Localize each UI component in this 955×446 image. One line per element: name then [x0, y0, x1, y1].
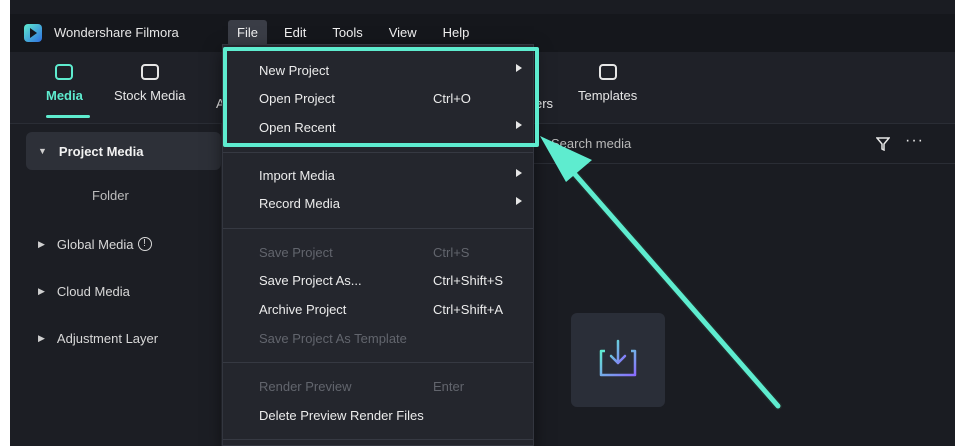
- menu-tools[interactable]: Tools: [323, 20, 371, 46]
- expand-down-icon: ▼: [38, 146, 47, 156]
- sidebar-item-adjustment-layer[interactable]: ▶ Adjustment Layer: [26, 319, 221, 357]
- tab-media-label: Media: [46, 88, 83, 103]
- sidebar-item-label: Global Media: [56, 236, 134, 252]
- menu-bar: File Edit Tools View Help: [228, 20, 486, 46]
- tab-templates[interactable]: Templates: [578, 64, 637, 103]
- expand-right-icon: ▶: [38, 285, 45, 296]
- menu-item-shortcut: Enter: [433, 379, 465, 394]
- filmora-window: Wondershare Filmora File Edit Tools View…: [10, 0, 955, 446]
- menu-item-save-project-as[interactable]: Save Project As... Ctrl+Shift+S: [259, 269, 529, 293]
- menu-item-label: New Project: [259, 63, 330, 78]
- menu-item-import-media[interactable]: Import Media: [259, 164, 529, 188]
- menu-item-label: Archive Project: [259, 302, 347, 317]
- expand-right-icon: ▶: [38, 332, 45, 343]
- menu-item-save-as-template: Save Project As Template: [259, 327, 529, 351]
- sidebar: ▼ Project Media Folder ▶ Global Media ! …: [10, 124, 222, 446]
- submenu-arrow-icon: [516, 169, 522, 177]
- submenu-arrow-icon: [516, 64, 522, 72]
- menu-item-label: Open Project: [259, 91, 335, 106]
- menu-item-label: Import Media: [259, 168, 335, 183]
- sidebar-item-label: Adjustment Layer: [56, 330, 159, 346]
- submenu-arrow-icon: [516, 197, 522, 205]
- menu-item-label: Record Media: [259, 196, 340, 211]
- tab-templates-label: Templates: [578, 88, 638, 103]
- media-icon: [55, 64, 74, 80]
- more-options-icon[interactable]: ···: [905, 132, 924, 150]
- menu-file[interactable]: File: [228, 20, 267, 46]
- app-title: Wondershare Filmora: [54, 25, 179, 40]
- menu-item-label: Delete Preview Render Files: [259, 408, 424, 423]
- menu-edit[interactable]: Edit: [275, 20, 315, 46]
- menu-item-render-preview: Render Preview Enter: [259, 375, 529, 399]
- menu-item-label: Save Project As Template: [259, 331, 407, 346]
- import-media-button[interactable]: [571, 313, 665, 407]
- tab-filters[interactable]: ers: [535, 96, 553, 111]
- tab-stock-media-label: Stock Media: [114, 88, 186, 103]
- menu-item-shortcut: Ctrl+Shift+S: [433, 273, 504, 288]
- info-icon[interactable]: !: [137, 237, 152, 251]
- menu-item-new-project[interactable]: New Project: [259, 59, 529, 83]
- menu-separator: [223, 152, 533, 153]
- filter-icon[interactable]: [876, 137, 890, 151]
- menu-item-label: Save Project As...: [259, 273, 362, 288]
- import-icon: [599, 339, 637, 377]
- sidebar-item-label: Cloud Media: [56, 283, 130, 299]
- search-input[interactable]: Search media: [551, 136, 631, 151]
- menu-separator: [223, 362, 533, 363]
- menu-item-label: Save Project: [259, 245, 333, 260]
- menu-help[interactable]: Help: [434, 20, 479, 46]
- menu-item-record-media[interactable]: Record Media: [259, 192, 529, 216]
- menu-view[interactable]: View: [380, 20, 426, 46]
- menu-item-open-recent[interactable]: Open Recent: [259, 116, 529, 140]
- menu-item-delete-preview-render[interactable]: Delete Preview Render Files: [259, 404, 529, 428]
- file-menu-dropdown: New Project Open Project Ctrl+O Open Rec…: [222, 44, 534, 446]
- sidebar-item-cloud-media[interactable]: ▶ Cloud Media: [26, 272, 221, 310]
- sidebar-item-folder[interactable]: Folder: [92, 188, 129, 203]
- menu-item-label: Open Recent: [259, 120, 336, 135]
- filmora-logo-icon: [24, 24, 42, 42]
- menu-item-archive-project[interactable]: Archive Project Ctrl+Shift+A: [259, 298, 529, 322]
- active-tab-underline: [46, 115, 90, 118]
- menu-item-shortcut: Ctrl+O: [433, 91, 471, 106]
- tab-stock-media[interactable]: Stock Media: [114, 64, 186, 103]
- menu-item-shortcut: Ctrl+Shift+A: [433, 302, 504, 317]
- menu-item-open-project[interactable]: Open Project Ctrl+O: [259, 87, 529, 111]
- sidebar-item-label: Project Media: [58, 143, 144, 159]
- menu-item-shortcut: Ctrl+S: [433, 245, 470, 260]
- menu-separator: [223, 228, 533, 229]
- expand-right-icon: ▶: [38, 238, 45, 249]
- menu-separator: [223, 439, 533, 440]
- sidebar-item-global-media[interactable]: ▶ Global Media !: [26, 225, 221, 263]
- submenu-arrow-icon: [516, 121, 522, 129]
- stock-media-icon: [140, 64, 159, 80]
- tab-media[interactable]: Media: [46, 64, 83, 103]
- templates-icon: [598, 64, 617, 80]
- menu-item-save-project: Save Project Ctrl+S: [259, 241, 529, 265]
- tab-filters-label: ers: [535, 96, 554, 111]
- sidebar-item-project-media[interactable]: ▼ Project Media: [26, 132, 221, 170]
- menu-item-label: Render Preview: [259, 379, 352, 394]
